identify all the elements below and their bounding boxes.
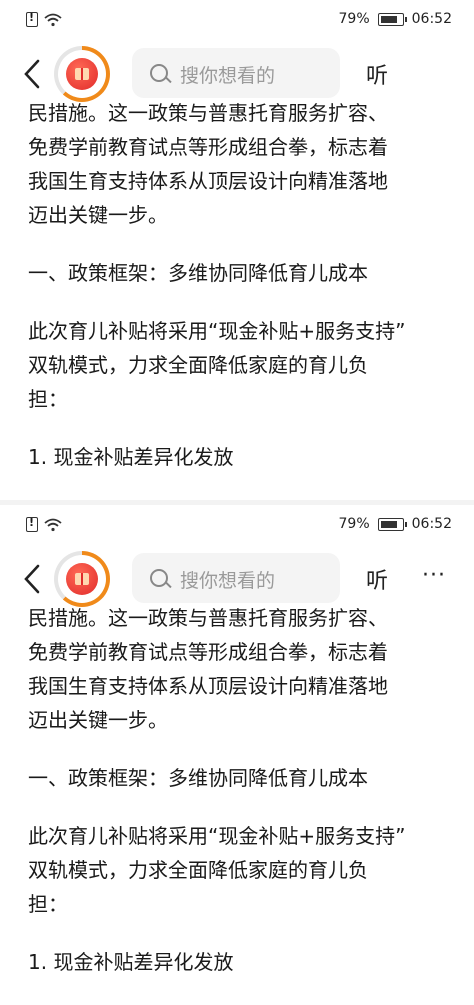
- sub-heading: 1. 现金补贴差异化发放: [28, 950, 234, 974]
- clock: 06:52: [411, 516, 452, 532]
- battery-icon: [377, 12, 407, 26]
- sim-alert-icon: [26, 516, 38, 532]
- text-line: 民措施。这一政策与普惠托育服务扩容、: [28, 606, 388, 630]
- battery-icon: [377, 517, 407, 531]
- paragraph-2: 此次育儿补贴将采用“现金补贴+服务支持” 双轨模式，力求全面降低家庭的育儿负 担…: [28, 314, 458, 416]
- status-bar: 79% 06:52: [0, 505, 474, 543]
- clock: 06:52: [411, 11, 452, 27]
- search-icon: [150, 569, 168, 587]
- text-line: 迈出关键一步。: [28, 708, 168, 732]
- nav-bar: 搜你想看的 听: [0, 44, 474, 104]
- section-heading: 一、政策框架：多维协同降低育儿成本: [28, 766, 368, 790]
- text-line: 民措施。这一政策与普惠托育服务扩容、: [28, 101, 388, 125]
- back-arrow-icon[interactable]: [18, 56, 48, 92]
- search-box[interactable]: 搜你想看的: [132, 553, 340, 603]
- article-body: 民措施。这一政策与普惠托育服务扩容、 免费学前教育试点等形成组合拳，标志着 我国…: [28, 606, 458, 1003]
- search-box[interactable]: 搜你想看的: [132, 48, 340, 98]
- paragraph-1: 民措施。这一政策与普惠托育服务扩容、 免费学前教育试点等形成组合拳，标志着 我国…: [28, 96, 458, 232]
- text-line: 迈出关键一步。: [28, 203, 168, 227]
- screenshot-bottom: 79% 06:52 搜你想看的 听 ··· 民措施。这一政策与普惠托育服务扩容、…: [0, 505, 474, 1005]
- listen-button[interactable]: 听: [366, 563, 388, 595]
- battery-percent: 79%: [338, 516, 370, 532]
- text-line: 此次育儿补贴将采用“现金补贴+服务支持”: [28, 824, 406, 848]
- search-placeholder: 搜你想看的: [180, 570, 276, 592]
- nav-bar: 搜你想看的 听 ···: [0, 549, 474, 609]
- screenshot-top: 79% 06:52 搜你想看的 听 民措施。这一政策与普惠托育服务扩容、 免费学…: [0, 0, 474, 500]
- red-packet-avatar[interactable]: [54, 46, 110, 102]
- text-line: 免费学前教育试点等形成组合拳，标志着: [28, 640, 388, 664]
- paragraph-2: 此次育儿补贴将采用“现金补贴+服务支持” 双轨模式，力求全面降低家庭的育儿负 担…: [28, 819, 458, 921]
- listen-button[interactable]: 听: [366, 58, 388, 90]
- sub-heading: 1. 现金补贴差异化发放: [28, 445, 234, 469]
- battery-percent: 79%: [338, 11, 370, 27]
- status-bar: 79% 06:52: [0, 0, 474, 38]
- text-line: 担：: [28, 892, 68, 916]
- search-icon: [150, 64, 168, 82]
- text-line: 双轨模式，力求全面降低家庭的育儿负: [28, 353, 368, 377]
- wifi-icon: [44, 518, 62, 531]
- sim-alert-icon: [26, 11, 38, 27]
- paragraph-1: 民措施。这一政策与普惠托育服务扩容、 免费学前教育试点等形成组合拳，标志着 我国…: [28, 601, 458, 737]
- text-line: 担：: [28, 387, 68, 411]
- text-line: 我国生育支持体系从顶层设计向精准落地: [28, 674, 388, 698]
- article-body: 民措施。这一政策与普惠托育服务扩容、 免费学前教育试点等形成组合拳，标志着 我国…: [28, 101, 458, 498]
- more-icon[interactable]: ···: [422, 563, 446, 588]
- text-line: 免费学前教育试点等形成组合拳，标志着: [28, 135, 388, 159]
- text-line: 我国生育支持体系从顶层设计向精准落地: [28, 169, 388, 193]
- text-line: 双轨模式，力求全面降低家庭的育儿负: [28, 858, 368, 882]
- back-arrow-icon[interactable]: [18, 561, 48, 597]
- gift-icon: [75, 68, 89, 80]
- search-placeholder: 搜你想看的: [180, 65, 276, 87]
- red-packet-avatar[interactable]: [54, 551, 110, 607]
- wifi-icon: [44, 13, 62, 26]
- gift-icon: [75, 573, 89, 585]
- text-line: 此次育儿补贴将采用“现金补贴+服务支持”: [28, 319, 406, 343]
- section-heading: 一、政策框架：多维协同降低育儿成本: [28, 261, 368, 285]
